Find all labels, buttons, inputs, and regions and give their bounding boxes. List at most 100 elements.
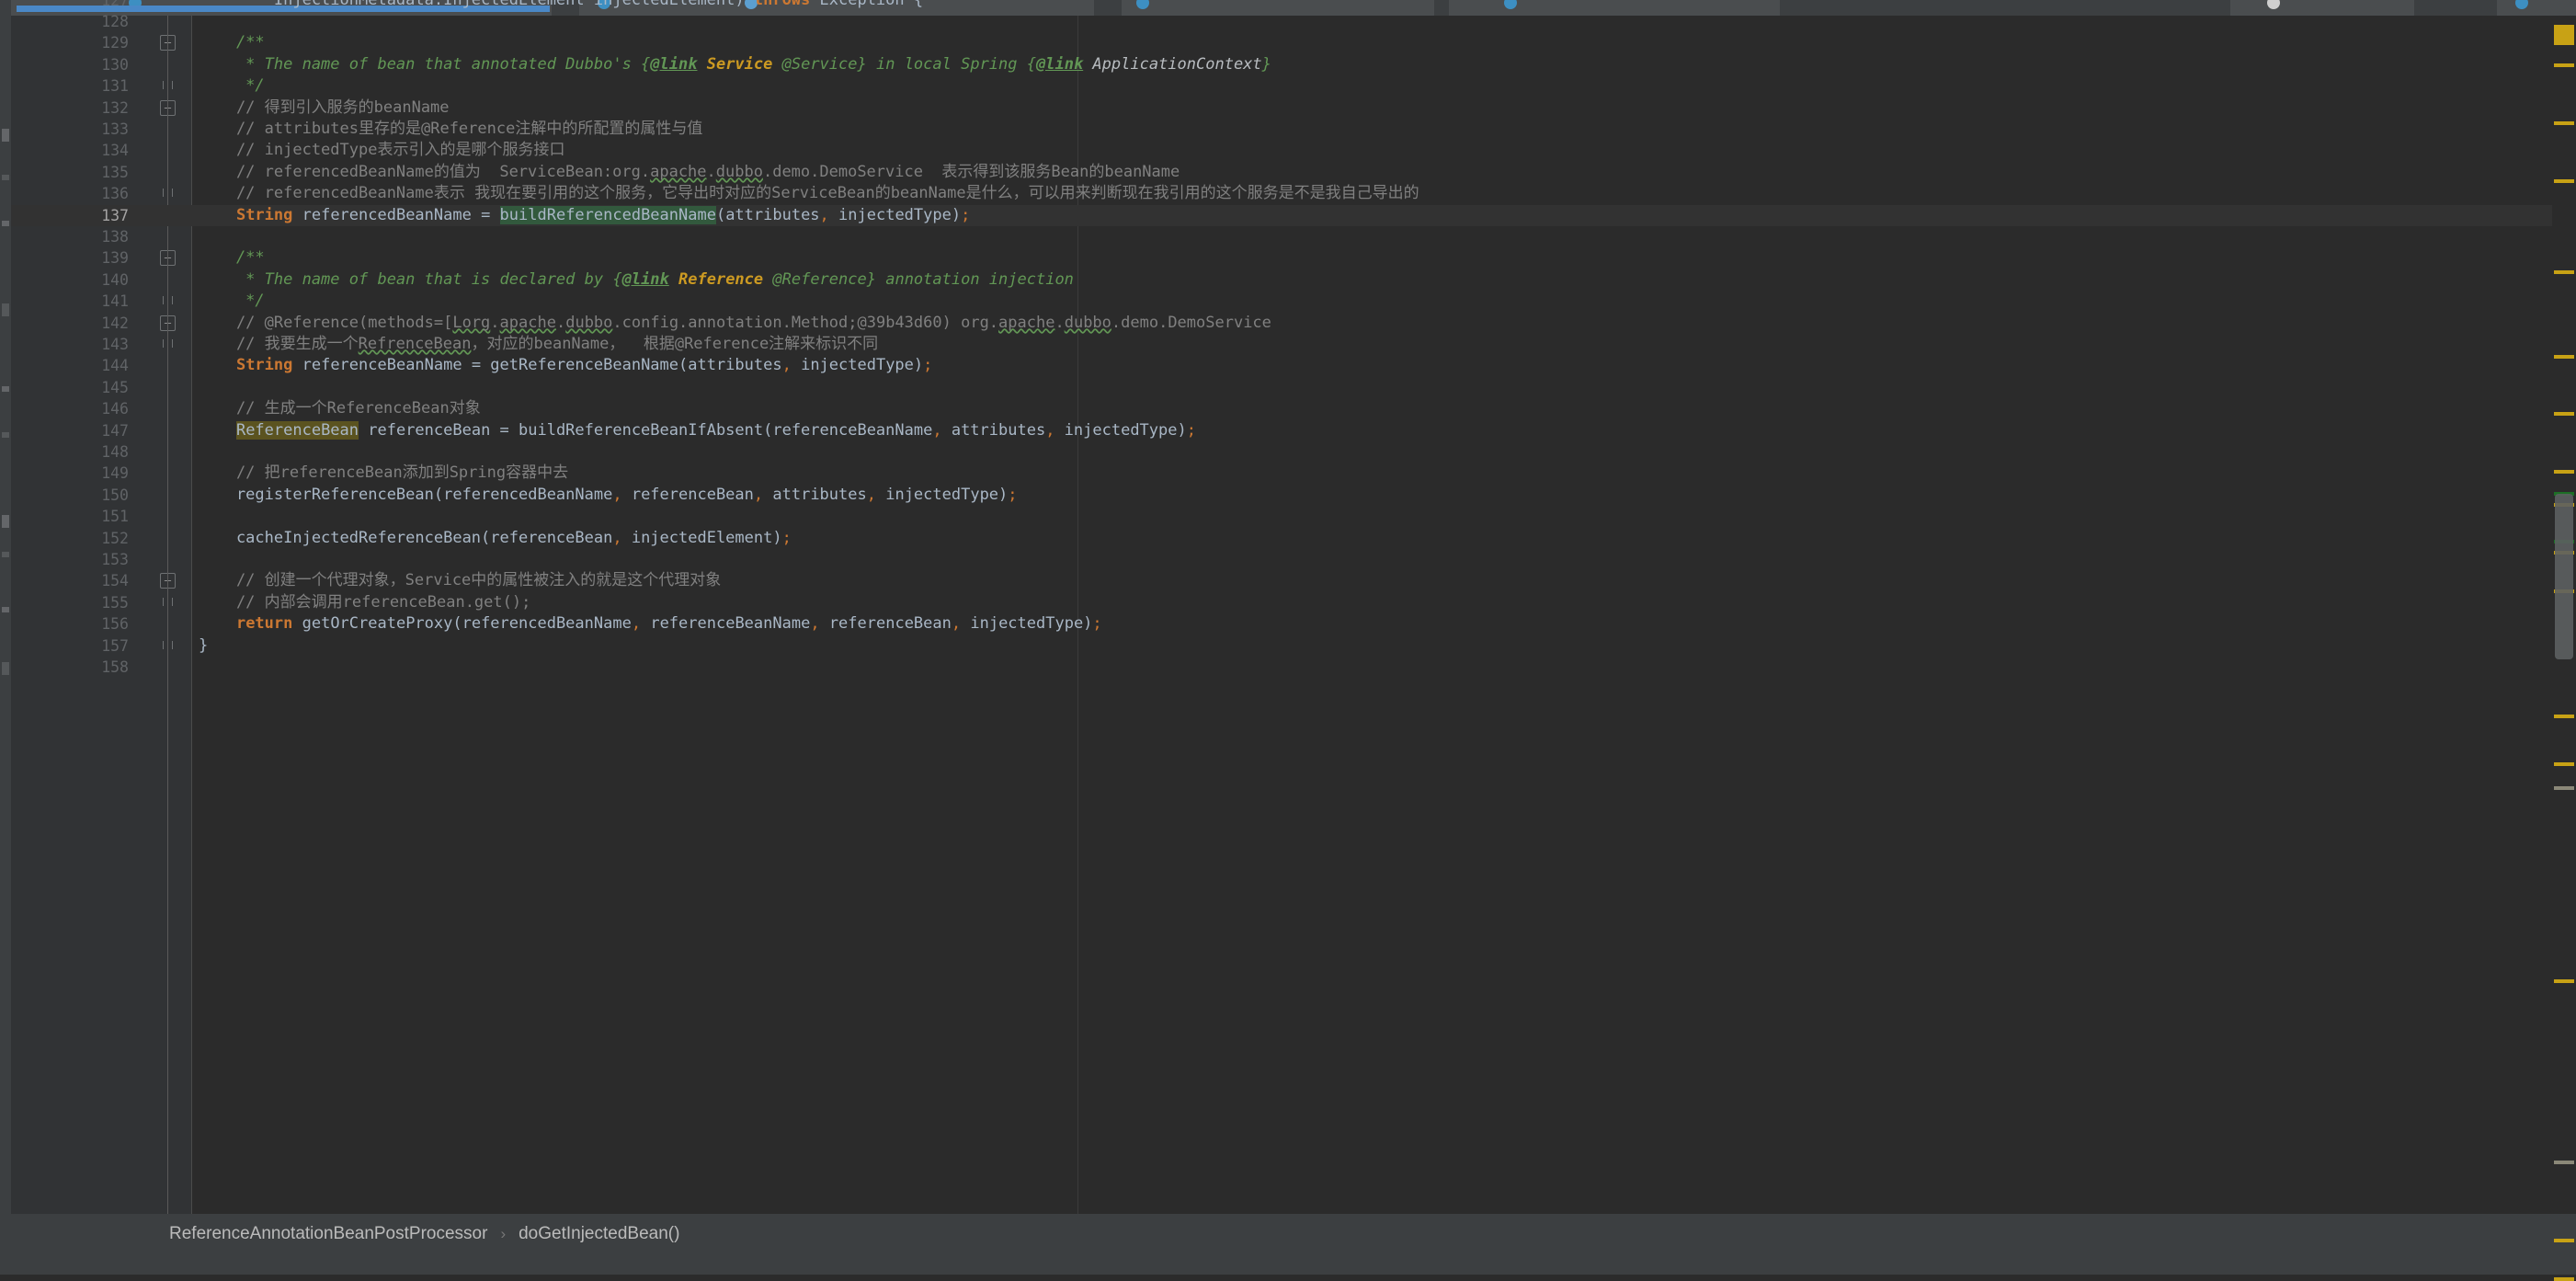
- line-number: 137: [101, 206, 129, 224]
- code-line[interactable]: 146 // 生成一个ReferenceBean对象: [11, 398, 2401, 419]
- code-line[interactable]: 158: [11, 657, 2401, 678]
- code-line[interactable]: 152 cacheInjectedReferenceBean(reference…: [11, 528, 2401, 549]
- line-code: // injectedType表示引入的是哪个服务接口: [199, 141, 565, 160]
- code-line[interactable]: 132 // 得到引入服务的beanName: [11, 97, 2401, 119]
- code-line[interactable]: 143 // 我要生成一个RefrenceBean，对应的beanName， 根…: [11, 334, 2401, 355]
- code-line[interactable]: 157}: [11, 635, 2401, 657]
- line-code: }: [199, 635, 209, 655]
- toolbar-segment-6[interactable]: [2497, 0, 2576, 16]
- inspection-summary-badge[interactable]: [2554, 25, 2574, 45]
- line-number: 127: [101, 0, 129, 9]
- line-number: 135: [101, 163, 129, 181]
- code-line[interactable]: 140 * The name of bean that is declared …: [11, 269, 2401, 291]
- rail-indicator: [2, 607, 9, 612]
- rail-indicator: [2, 552, 9, 557]
- line-number: 133: [101, 120, 129, 138]
- scrollbar-mark[interactable]: [2554, 270, 2574, 274]
- line-code: // 创建一个代理对象，Service中的属性被注入的就是这个代理对象: [199, 571, 722, 590]
- code-line[interactable]: 145: [11, 377, 2401, 398]
- line-code: * The name of bean that annotated Dubbo'…: [199, 54, 1271, 74]
- breadcrumb-class[interactable]: ReferenceAnnotationBeanPostProcessor: [169, 1224, 487, 1244]
- line-code: return getOrCreateProxy(referencedBeanNa…: [235, 614, 1102, 634]
- rail-indicator: [2, 515, 9, 528]
- line-code: registerReferenceBean(referencedBeanName…: [199, 485, 1018, 504]
- code-line[interactable]: 131 */: [11, 75, 2401, 97]
- scrollbar-mark[interactable]: [2554, 1161, 2574, 1164]
- line-code: // 得到引入服务的beanName: [199, 97, 450, 117]
- line-code: // 生成一个ReferenceBean对象: [199, 399, 481, 418]
- line-code: InjectionMetadata.InjectedElement inject…: [199, 0, 923, 11]
- scrollbar-mark[interactable]: [2554, 1277, 2574, 1281]
- code-line[interactable]: 142 // @Reference(methods=[Lorg.apache.d…: [11, 313, 2401, 334]
- line-number: 148: [101, 443, 129, 461]
- scrollbar-mark[interactable]: [2554, 412, 2574, 416]
- line-number: 144: [101, 357, 129, 375]
- scrollbar-mark[interactable]: [2554, 470, 2574, 474]
- code-line[interactable]: 136 // referencedBeanName表示 我现在要引用的这个服务，…: [11, 183, 2401, 204]
- code-line[interactable]: 135 // referencedBeanName的值为 ServiceBean…: [11, 162, 2401, 183]
- scrollbar-mark[interactable]: [2554, 786, 2574, 790]
- scrollbar-mark[interactable]: [2554, 355, 2574, 359]
- line-number: 154: [101, 572, 129, 590]
- code-line[interactable]: 133 // attributes里存的是@Reference注解中的所配置的属…: [11, 119, 2401, 140]
- code-line[interactable]: 153: [11, 549, 2401, 570]
- left-tool-rail[interactable]: [0, 0, 11, 1275]
- code-line[interactable]: 154 // 创建一个代理对象，Service中的属性被注入的就是这个代理对象: [11, 570, 2401, 591]
- code-line[interactable]: 138: [11, 226, 2401, 247]
- scrollbar-mark[interactable]: [2554, 63, 2574, 67]
- code-editor[interactable]: ––––– 127 InjectionMetadata.InjectedElem…: [11, 0, 2576, 1214]
- line-code: // referencedBeanName表示 我现在要引用的这个服务，它导出时…: [199, 184, 1419, 203]
- line-code: // referencedBeanName的值为 ServiceBean:org…: [199, 162, 1180, 181]
- line-number: 138: [101, 228, 129, 246]
- code-line[interactable]: 139 /**: [11, 247, 2401, 269]
- line-number: 139: [101, 249, 129, 268]
- code-line[interactable]: 144 String referenceBeanName = getRefere…: [11, 355, 2401, 376]
- scrollbar-mark[interactable]: [2554, 715, 2574, 718]
- breadcrumb-method[interactable]: doGetInjectedBean(): [519, 1224, 679, 1244]
- code-line[interactable]: 156 return getOrCreateProxy(referencedBe…: [11, 613, 2401, 635]
- line-number: 140: [101, 270, 129, 289]
- code-line[interactable]: 129 /**: [11, 32, 2401, 53]
- code-line-current[interactable]: 137 String referencedBeanName = buildRef…: [11, 204, 2576, 226]
- line-number: 142: [101, 314, 129, 332]
- scrollbar-mark[interactable]: [2554, 979, 2574, 983]
- line-number: 155: [101, 593, 129, 612]
- line-number: 151: [101, 508, 129, 526]
- code-line[interactable]: 147 ReferenceBean referenceBean = buildR…: [11, 420, 2401, 441]
- scrollbar-mark[interactable]: [2554, 121, 2574, 125]
- search-icon: [2515, 0, 2528, 9]
- editor-scrollbar[interactable]: [2552, 16, 2576, 1281]
- code-line[interactable]: 155 // 内部会调用referenceBean.get();: [11, 592, 2401, 613]
- code-line[interactable]: 134 // injectedType表示引入的是哪个服务接口: [11, 140, 2401, 161]
- code-line-partial[interactable]: 127 InjectionMetadata.InjectedElement in…: [11, 0, 2401, 11]
- code-line[interactable]: 150 registerReferenceBean(referencedBean…: [11, 485, 2401, 506]
- scrollbar-mark[interactable]: [2554, 762, 2574, 766]
- scrollbar-thumb[interactable]: [2555, 494, 2573, 659]
- code-line[interactable]: 151: [11, 506, 2401, 527]
- line-number: 134: [101, 142, 129, 160]
- rail-indicator: [2, 175, 9, 180]
- line-code: */: [199, 76, 265, 96]
- line-number: 146: [101, 400, 129, 418]
- scrollbar-mark[interactable]: [2554, 1239, 2574, 1242]
- status-bar: [0, 1254, 2576, 1275]
- breadcrumb-separator-icon: ›: [500, 1225, 507, 1242]
- scrollbar-mark[interactable]: [2554, 179, 2574, 183]
- rail-indicator: [2, 432, 9, 438]
- rail-indicator: [2, 221, 9, 226]
- line-number: 131: [101, 77, 129, 96]
- line-code: // 把referenceBean添加到Spring容器中去: [199, 463, 569, 483]
- breadcrumb[interactable]: ReferenceAnnotationBeanPostProcessor › d…: [11, 1214, 2576, 1254]
- line-code: // 我要生成一个RefrenceBean，对应的beanName， 根据@Re…: [199, 335, 879, 353]
- code-line[interactable]: 141 */: [11, 291, 2401, 312]
- line-code: // attributes里存的是@Reference注解中的所配置的属性与值: [199, 120, 703, 138]
- code-line[interactable]: 149 // 把referenceBean添加到Spring容器中去: [11, 463, 2401, 484]
- code-line[interactable]: 148: [11, 441, 2401, 463]
- line-number: 128: [101, 13, 129, 30]
- code-line[interactable]: 130 * The name of bean that annotated Du…: [11, 54, 2401, 75]
- code-line[interactable]: 128: [11, 11, 2401, 32]
- line-number: 149: [101, 464, 129, 483]
- toolbar-gap-5: [2414, 0, 2497, 16]
- rail-indicator: [2, 386, 9, 392]
- line-code: cacheInjectedReferenceBean(referenceBean…: [199, 528, 792, 547]
